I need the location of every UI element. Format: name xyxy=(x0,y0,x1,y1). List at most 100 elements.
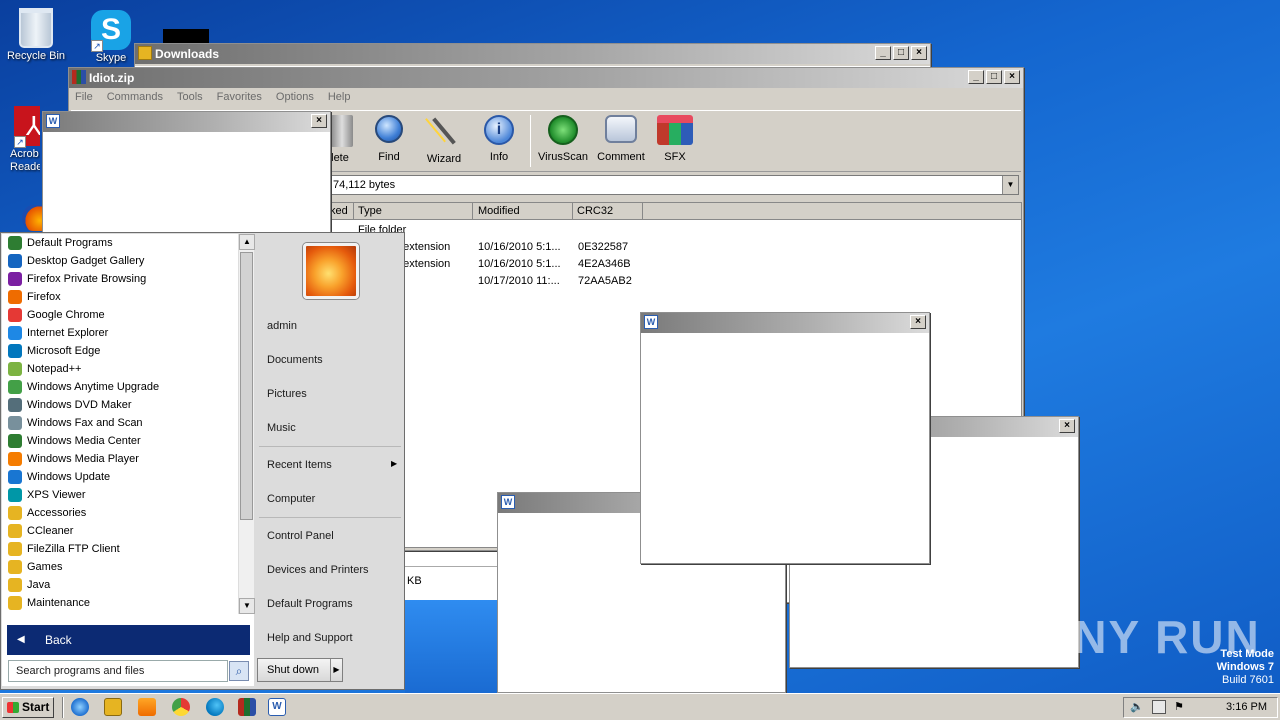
program-item[interactable]: Games xyxy=(2,558,238,576)
link-recent-items[interactable]: Recent Items xyxy=(267,459,332,471)
scroll-down-button[interactable]: ▼ xyxy=(239,598,255,614)
link-documents[interactable]: Documents xyxy=(267,354,323,366)
menu-favorites[interactable]: Favorites xyxy=(217,91,262,107)
program-item[interactable]: Firefox xyxy=(2,288,238,306)
acrobat-desktop-icon[interactable]: ⅄ ↗ Acrob Reade xyxy=(0,106,40,174)
action-center-flag-icon[interactable]: ⚑ xyxy=(1174,700,1184,713)
program-item[interactable]: Accessories xyxy=(2,504,238,522)
minimize-button[interactable]: _ xyxy=(875,46,891,60)
link-music[interactable]: Music xyxy=(267,422,296,434)
close-button[interactable]: × xyxy=(910,315,926,329)
menu-commands[interactable]: Commands xyxy=(107,91,163,107)
program-item[interactable]: Windows Anytime Upgrade xyxy=(2,378,238,396)
submenu-arrow-icon: ▶ xyxy=(391,459,398,468)
program-item[interactable]: Java xyxy=(2,576,238,594)
link-computer[interactable]: Computer xyxy=(267,493,315,505)
network-icon[interactable] xyxy=(1152,700,1166,714)
chrome-icon[interactable] xyxy=(172,698,190,716)
firefox-desktop-icon-fragment[interactable] xyxy=(22,205,44,231)
column-modified[interactable]: Modified xyxy=(473,203,573,220)
column-type[interactable]: Type xyxy=(354,203,473,220)
program-item[interactable]: FileZilla FTP Client xyxy=(2,540,238,558)
program-item[interactable]: Default Programs xyxy=(2,234,238,252)
close-button[interactable]: × xyxy=(1004,70,1020,84)
link-control-panel[interactable]: Control Panel xyxy=(267,530,334,542)
program-icon xyxy=(8,434,22,448)
program-item[interactable]: Internet Explorer xyxy=(2,324,238,342)
scroll-up-button[interactable]: ▲ xyxy=(239,234,255,250)
close-button[interactable]: × xyxy=(311,114,327,128)
user-avatar[interactable] xyxy=(303,243,359,299)
recycle-bin-desktop-icon[interactable]: Recycle Bin xyxy=(0,8,72,62)
wordpad-taskbar-icon[interactable]: W xyxy=(268,698,286,716)
toolbar-separator xyxy=(530,115,531,167)
toolbar-label: Find xyxy=(378,151,400,163)
close-button[interactable]: × xyxy=(1059,419,1075,433)
search-icon[interactable]: ⌕ xyxy=(229,661,249,681)
start-menu[interactable]: Default Programs Desktop Gadget Gallery Fi… xyxy=(0,232,405,690)
start-menu-programs-pane: Default Programs Desktop Gadget Gallery Fi… xyxy=(2,234,255,686)
path-dropdown-button[interactable]: ▼ xyxy=(1002,176,1018,194)
windows-logo-icon xyxy=(7,702,19,713)
program-item[interactable]: XPS Viewer xyxy=(2,486,238,504)
toolbar-virusscan[interactable]: VirusScan xyxy=(537,115,589,163)
menu-file[interactable]: File xyxy=(75,91,93,107)
search-input[interactable]: Search programs and files xyxy=(8,660,228,682)
shut-down-button[interactable]: Shut down ▶ xyxy=(257,658,343,682)
internet-explorer-icon[interactable] xyxy=(71,698,89,716)
program-item[interactable]: Firefox Private Browsing xyxy=(2,270,238,288)
back-button[interactable]: ◀ Back xyxy=(7,625,250,655)
program-item[interactable]: Notepad++ xyxy=(2,360,238,378)
column-packed[interactable]: ked xyxy=(330,203,354,220)
program-item[interactable]: Windows Media Center xyxy=(2,432,238,450)
program-item[interactable]: Microsoft Edge xyxy=(2,342,238,360)
popup-window-4[interactable]: W × xyxy=(640,312,930,564)
link-help-and-support[interactable]: Help and Support xyxy=(267,632,353,644)
popup-titlebar[interactable]: W × xyxy=(43,112,330,132)
shut-down-options-arrow-icon[interactable]: ▶ xyxy=(330,659,342,681)
close-button[interactable]: × xyxy=(911,46,927,60)
link-default-programs[interactable]: Default Programs xyxy=(267,598,353,610)
volume-icon[interactable]: 🔈 xyxy=(1130,700,1144,714)
program-item[interactable]: Maintenance xyxy=(2,594,238,612)
toolbar-comment[interactable]: Comment xyxy=(595,115,647,163)
link-admin[interactable]: admin xyxy=(267,320,297,332)
winrar-taskbar-icon[interactable] xyxy=(238,698,256,716)
column-crc32[interactable]: CRC32 xyxy=(573,203,643,220)
menu-tools[interactable]: Tools xyxy=(177,91,203,107)
toolbar-find[interactable]: Find xyxy=(367,115,411,163)
link-pictures[interactable]: Pictures xyxy=(267,388,307,400)
clock[interactable]: 3:16 PM xyxy=(1226,698,1267,717)
toolbar-wizard[interactable]: Wizard xyxy=(421,115,467,165)
toolbar-sfx[interactable]: SFX xyxy=(653,115,697,163)
menu-help[interactable]: Help xyxy=(328,91,351,107)
popup-window-1[interactable]: W × xyxy=(42,111,331,235)
winrar-titlebar[interactable]: Idiot.zip _ □ × xyxy=(69,68,1023,88)
program-item[interactable]: Windows Media Player xyxy=(2,450,238,468)
maximize-button[interactable]: □ xyxy=(986,70,1002,84)
scroll-thumb[interactable] xyxy=(240,252,253,520)
program-label: Internet Explorer xyxy=(27,327,109,339)
program-item[interactable]: Windows Fax and Scan xyxy=(2,414,238,432)
program-item[interactable]: Desktop Gadget Gallery xyxy=(2,252,238,270)
popup-titlebar[interactable]: W × xyxy=(641,313,929,333)
explorer-folder-icon[interactable] xyxy=(104,698,122,716)
path-bar[interactable]: 74,112 bytes ▼ xyxy=(329,175,1019,195)
programs-scrollbar[interactable]: ▲ ▼ xyxy=(238,234,255,614)
media-player-icon[interactable] xyxy=(138,698,156,716)
table-row[interactable]: File folder xyxy=(358,222,758,239)
start-button[interactable]: Start xyxy=(2,697,54,718)
menu-options[interactable]: Options xyxy=(276,91,314,107)
separator xyxy=(259,446,401,447)
program-item[interactable]: CCleaner xyxy=(2,522,238,540)
edge-icon[interactable] xyxy=(206,698,224,716)
minimize-button[interactable]: _ xyxy=(968,70,984,84)
program-label: Firefox xyxy=(27,291,61,303)
maximize-button[interactable]: □ xyxy=(893,46,909,60)
program-item[interactable]: Windows Update xyxy=(2,468,238,486)
program-item[interactable]: Google Chrome xyxy=(2,306,238,324)
program-item[interactable]: Windows DVD Maker xyxy=(2,396,238,414)
link-devices-and-printers[interactable]: Devices and Printers xyxy=(267,564,369,576)
downloads-titlebar[interactable]: Downloads _ □ × xyxy=(135,44,930,64)
toolbar-info[interactable]: i Info xyxy=(477,115,521,163)
